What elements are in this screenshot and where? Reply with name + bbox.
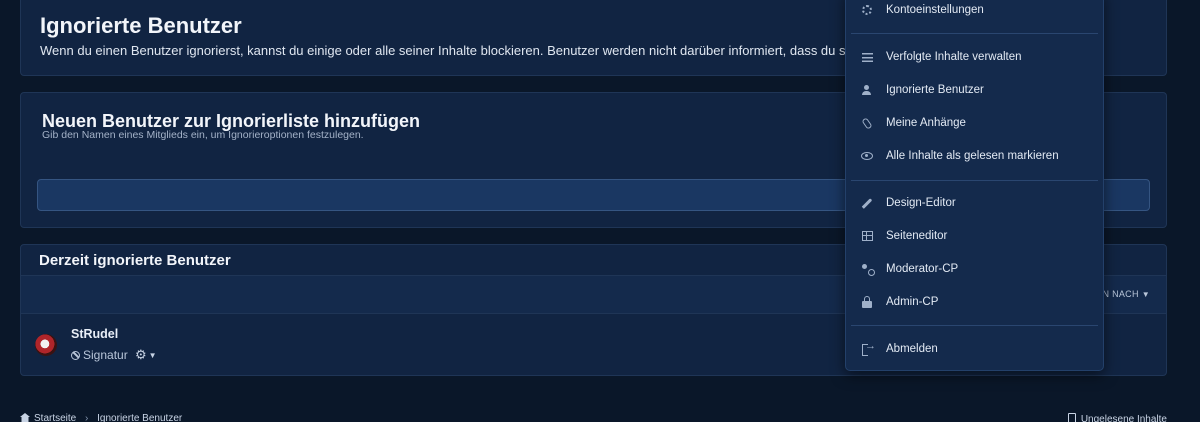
caret-down-icon: ▼: [1141, 290, 1150, 299]
menu-item-kontoeinstellungen[interactable]: Kontoeinstellungen: [846, 0, 1103, 24]
lock-icon: [860, 295, 874, 309]
page-title: Ignorierte Benutzer: [40, 13, 242, 38]
user-x-icon: [860, 83, 874, 97]
sort-label: N NACH: [1102, 289, 1139, 299]
sort-button[interactable]: N NACH ▼: [1102, 289, 1150, 299]
paperclip-icon: [860, 116, 874, 130]
breadcrumb-separator-icon: ›: [85, 413, 89, 422]
menu-item-label: Alle Inhalte als gelesen markieren: [886, 150, 1059, 162]
home-icon: [20, 413, 30, 422]
menu-divider: [851, 325, 1098, 326]
menu-item-admin-cp[interactable]: Admin-CP: [846, 288, 1103, 316]
menu-item-label: Kontoeinstellungen: [886, 4, 984, 16]
brush-icon: [860, 196, 874, 210]
menu-item-design-editor[interactable]: Design-Editor: [846, 189, 1103, 217]
ignored-content-label: Signatur: [83, 348, 128, 362]
document-icon: [1067, 413, 1076, 422]
footer-breadcrumb: Startseite › Ignorierte Benutzer Ungeles…: [20, 413, 1167, 422]
list-title: Derzeit ignorierte Benutzer: [39, 252, 231, 269]
unread-content-link[interactable]: Ungelesene Inhalte: [1067, 413, 1167, 422]
gear-icon: ⚙: [135, 347, 147, 362]
list-icon: [860, 50, 874, 64]
user-options-button[interactable]: ⚙ ▼: [135, 347, 157, 363]
menu-item-moderator-cp[interactable]: Moderator-CP: [846, 255, 1103, 283]
menu-item-verfolgte-inhalte[interactable]: Verfolgte Inhalte verwalten: [846, 43, 1103, 71]
menu-item-label: Verfolgte Inhalte verwalten: [886, 51, 1022, 63]
grid-icon: [860, 229, 874, 243]
menu-item-label: Admin-CP: [886, 296, 939, 308]
add-user-hint: Gib den Namen eines Mitglieds ein, um Ig…: [42, 129, 364, 141]
breadcrumb-home[interactable]: Startseite: [34, 413, 76, 422]
unread-content-label: Ungelesene Inhalte: [1080, 414, 1167, 422]
moderator-icon: [860, 262, 875, 276]
menu-divider: [851, 33, 1098, 34]
ignored-content-type: Signatur: [71, 348, 128, 362]
breadcrumb-current[interactable]: Ignorierte Benutzer: [97, 413, 182, 422]
ban-icon: [71, 350, 80, 360]
menu-item-label: Seiteneditor: [886, 230, 948, 242]
logout-icon: [860, 340, 876, 356]
avatar[interactable]: [35, 334, 57, 356]
menu-item-meine-anhaenge[interactable]: Meine Anhänge: [846, 109, 1103, 137]
caret-down-icon: ▼: [148, 350, 157, 360]
menu-item-label: Meine Anhänge: [886, 117, 966, 129]
username-link[interactable]: StRudel: [71, 327, 118, 341]
menu-item-alle-gelesen[interactable]: Alle Inhalte als gelesen markieren: [846, 142, 1103, 170]
menu-item-abmelden[interactable]: Abmelden: [846, 335, 1103, 363]
menu-item-label: Ignorierte Benutzer: [886, 84, 984, 96]
menu-item-label: Design-Editor: [886, 197, 956, 209]
menu-divider: [851, 180, 1098, 181]
menu-item-seiteneditor[interactable]: Seiteneditor: [846, 222, 1103, 250]
gear-icon: [860, 3, 874, 17]
eye-icon: [860, 149, 874, 163]
menu-item-ignorierte-benutzer[interactable]: Ignorierte Benutzer: [846, 76, 1103, 104]
page-description: Wenn du einen Benutzer ignorierst, kanns…: [40, 43, 891, 58]
menu-item-label: Abmelden: [886, 343, 938, 355]
account-dropdown-menu: Kontoeinstellungen Verfolgte Inhalte ver…: [845, 0, 1104, 371]
menu-item-label: Moderator-CP: [886, 263, 959, 275]
